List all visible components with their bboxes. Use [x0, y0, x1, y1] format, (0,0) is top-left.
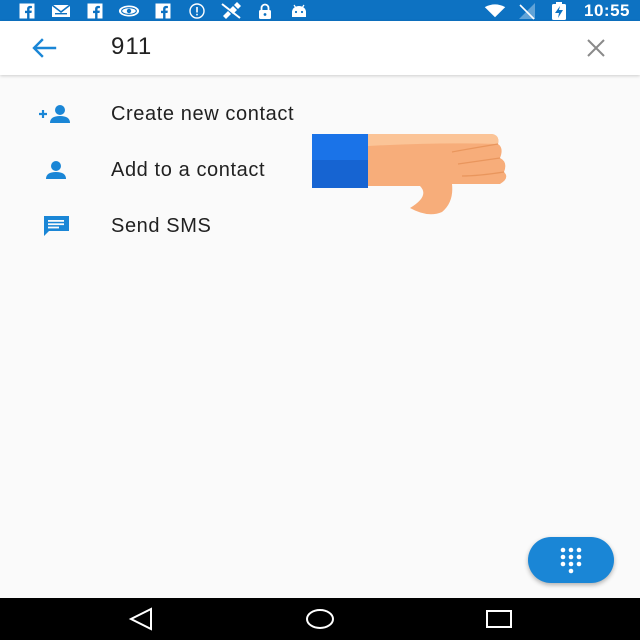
thumbs-down-icon: [312, 130, 512, 218]
wifi-icon: [484, 3, 506, 19]
person-icon: [38, 156, 74, 184]
mail-icon: [50, 3, 72, 19]
eye-icon: [118, 3, 140, 19]
android-icon: [288, 3, 310, 19]
notification-icons: [16, 1, 310, 19]
no-sim-icon: [516, 2, 538, 20]
search-input[interactable]: 911: [111, 33, 152, 61]
system-status-icons: 10:55: [484, 1, 630, 21]
dialpad-button[interactable]: [528, 537, 614, 583]
facebook-icon: [84, 3, 106, 19]
close-icon[interactable]: [584, 36, 608, 60]
lock-icon: [254, 3, 276, 19]
action-label: Send SMS: [111, 214, 212, 237]
battery-charging-icon: [548, 1, 570, 20]
action-label: Add to a contact: [111, 158, 266, 181]
nav-home-icon[interactable]: [305, 606, 335, 632]
info-icon: [186, 2, 208, 19]
dialer-search-screen: 10:55 911 Create new contact Add to a co…: [0, 0, 640, 640]
no-signal-satellite-icon: [220, 1, 242, 19]
arrow-back-icon[interactable]: [30, 36, 58, 60]
nav-recents-icon[interactable]: [484, 606, 514, 632]
facebook-icon: [16, 3, 38, 19]
status-bar: 10:55: [0, 0, 640, 21]
add-contact-icon: [38, 100, 74, 128]
action-label: Create new contact: [111, 102, 295, 125]
navigation-bar: [0, 598, 640, 640]
nav-back-icon[interactable]: [126, 606, 156, 632]
clock: 10:55: [584, 0, 630, 20]
dialpad-icon: [558, 546, 584, 574]
facebook-icon: [152, 3, 174, 19]
search-header: 911: [0, 21, 640, 75]
message-icon: [38, 212, 74, 240]
